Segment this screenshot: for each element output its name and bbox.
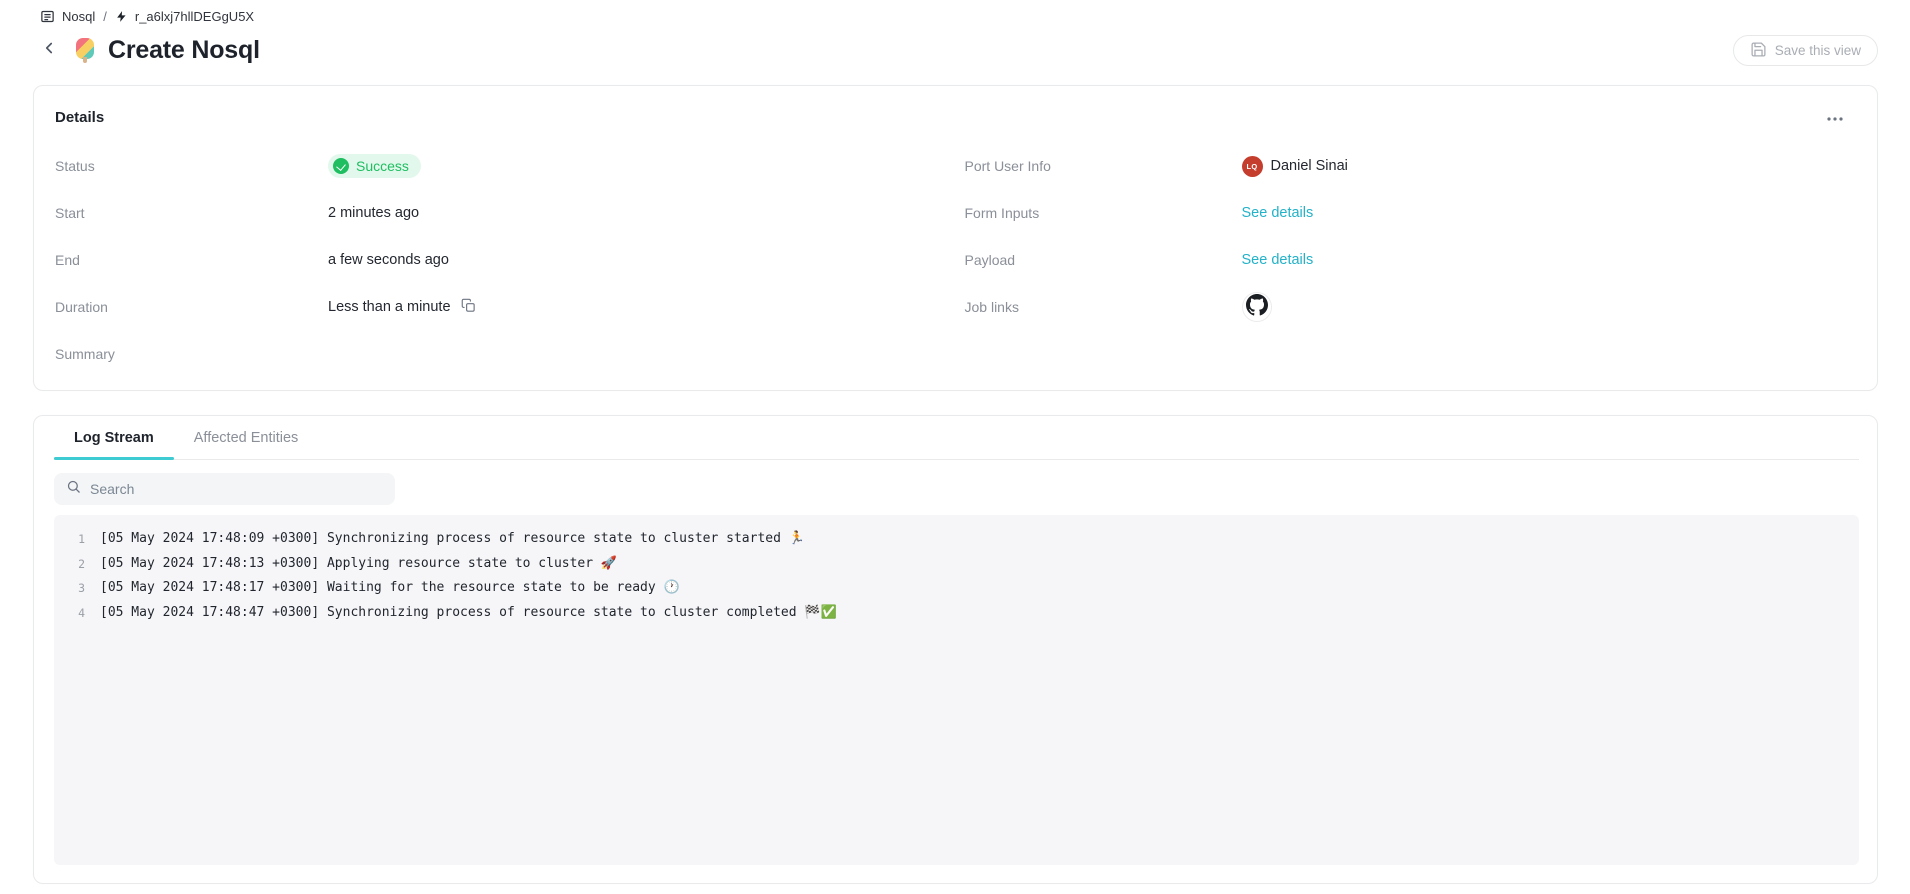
user-avatar: LQ xyxy=(1242,156,1263,177)
log-line-number: 3 xyxy=(54,576,100,601)
catalog-icon xyxy=(40,9,55,24)
ellipsis-icon xyxy=(1827,108,1843,126)
breadcrumb-separator: / xyxy=(103,9,107,24)
log-line-text: [05 May 2024 17:48:17 +0300] Waiting for… xyxy=(100,576,680,601)
user-name: Daniel Sinai xyxy=(1271,158,1348,174)
payload-see-details-link[interactable]: See details xyxy=(1242,252,1314,268)
log-search[interactable] xyxy=(54,473,395,505)
field-label: Payload xyxy=(965,252,1242,268)
field-label: Start xyxy=(55,205,328,221)
log-line-number: 2 xyxy=(54,552,100,577)
breadcrumb: Nosql / r_a6lxj7hllDEGgU5X xyxy=(0,0,1910,24)
status-badge: Success xyxy=(328,154,421,178)
detail-row-summary: Summary xyxy=(55,342,956,366)
form-inputs-see-details-link[interactable]: See details xyxy=(1242,205,1314,221)
status-badge-label: Success xyxy=(356,158,409,174)
copy-duration-button[interactable] xyxy=(459,297,479,317)
field-label: End xyxy=(55,252,328,268)
field-label: Port User Info xyxy=(965,158,1242,174)
search-input[interactable] xyxy=(90,481,383,497)
breadcrumb-label: r_a6lxj7hllDEGgU5X xyxy=(135,9,254,24)
save-this-view-button[interactable]: Save this view xyxy=(1733,35,1878,66)
breadcrumb-item-nosql[interactable]: Nosql xyxy=(40,9,95,24)
details-card: Details Status Success Start xyxy=(33,85,1878,391)
details-menu-button[interactable] xyxy=(1822,106,1848,128)
tab-affected-entities[interactable]: Affected Entities xyxy=(174,416,319,459)
field-label: Status xyxy=(55,158,328,174)
field-value: Less than a minute xyxy=(328,299,451,315)
log-line-number: 1 xyxy=(54,527,100,552)
log-line: 1 [05 May 2024 17:48:09 +0300] Synchroni… xyxy=(54,527,1859,552)
detail-row-duration: Duration Less than a minute xyxy=(55,295,956,319)
page-title: Create Nosql xyxy=(108,36,260,65)
detail-row-job-links: Job links xyxy=(965,295,1857,319)
save-icon xyxy=(1750,41,1767,61)
back-button[interactable] xyxy=(36,38,62,64)
tab-log-stream[interactable]: Log Stream xyxy=(54,416,174,459)
run-card: Log Stream Affected Entities 1 [05 May 2… xyxy=(33,415,1878,884)
field-label: Duration xyxy=(55,299,328,315)
breadcrumb-item-run[interactable]: r_a6lxj7hllDEGgU5X xyxy=(115,9,254,24)
detail-row-payload: Payload See details xyxy=(965,248,1857,272)
github-icon xyxy=(1246,294,1268,320)
field-label: Job links xyxy=(965,299,1242,315)
details-right-column: Port User Info LQ Daniel Sinai Form Inpu… xyxy=(956,154,1857,366)
detail-row-status: Status Success xyxy=(55,154,956,178)
copy-icon xyxy=(461,298,476,317)
detail-row-start: Start 2 minutes ago xyxy=(55,201,956,225)
search-icon xyxy=(66,479,81,499)
field-value: 2 minutes ago xyxy=(328,205,419,221)
tabs-bar: Log Stream Affected Entities xyxy=(54,416,1859,460)
check-circle-icon xyxy=(333,158,349,174)
blueprint-popsicle-icon xyxy=(76,38,94,63)
breadcrumb-label: Nosql xyxy=(62,9,95,24)
page-header: Create Nosql Save this view xyxy=(36,35,1878,66)
save-this-view-label: Save this view xyxy=(1775,43,1861,58)
detail-row-port-user-info: Port User Info LQ Daniel Sinai xyxy=(965,154,1857,178)
log-line: 2 [05 May 2024 17:48:13 +0300] Applying … xyxy=(54,552,1859,577)
details-left-column: Status Success Start 2 minutes ago End a… xyxy=(55,154,956,366)
log-line-text: [05 May 2024 17:48:47 +0300] Synchronizi… xyxy=(100,601,837,626)
log-line-text: [05 May 2024 17:48:13 +0300] Applying re… xyxy=(100,552,617,577)
log-line: 4 [05 May 2024 17:48:47 +0300] Synchroni… xyxy=(54,601,1859,626)
log-stream-viewer[interactable]: 1 [05 May 2024 17:48:09 +0300] Synchroni… xyxy=(54,515,1859,865)
field-label: Summary xyxy=(55,346,328,362)
log-line: 3 [05 May 2024 17:48:17 +0300] Waiting f… xyxy=(54,576,1859,601)
log-line-number: 4 xyxy=(54,601,100,626)
detail-row-form-inputs: Form Inputs See details xyxy=(965,201,1857,225)
field-label: Form Inputs xyxy=(965,205,1242,221)
details-card-title: Details xyxy=(55,109,104,126)
chevron-left-icon xyxy=(40,39,58,62)
github-job-link[interactable] xyxy=(1242,292,1272,322)
bolt-icon xyxy=(115,9,128,24)
detail-row-end: End a few seconds ago xyxy=(55,248,956,272)
log-line-text: [05 May 2024 17:48:09 +0300] Synchronizi… xyxy=(100,527,805,552)
field-value: a few seconds ago xyxy=(328,252,449,268)
